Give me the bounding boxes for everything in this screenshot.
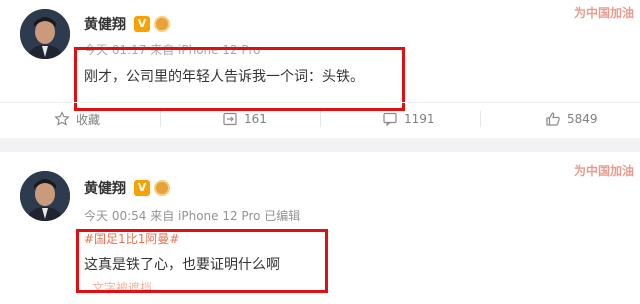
avatar-image [20, 171, 70, 221]
comment-icon [382, 111, 398, 127]
medal-icon [154, 180, 170, 196]
verified-badge-icon: V [134, 180, 150, 196]
action-bar: 收藏 161 1191 5849 [0, 102, 640, 134]
post-card: 黄健翔 V 今天 01:17 来自 iPhone 12 Pro 刚才，公司里的年… [0, 0, 640, 138]
post-meta: 今天 00:54 来自 iPhone 12 Pro 已编辑 [84, 209, 301, 223]
favorite-button[interactable]: 收藏 [54, 103, 100, 135]
avatar[interactable] [20, 171, 70, 221]
favorite-label: 收藏 [76, 112, 101, 127]
divider [480, 111, 481, 127]
divider [320, 111, 321, 127]
banner-text: 为中国加油 [573, 6, 634, 20]
avatar-image [20, 9, 70, 59]
like-count: 5849 [567, 112, 598, 126]
username[interactable]: 黄健翔 [84, 14, 126, 34]
medal-icon [154, 16, 170, 32]
divider [160, 111, 161, 127]
avatar[interactable] [20, 9, 70, 59]
highlight-box [76, 229, 328, 293]
comment-button[interactable]: 1191 [382, 103, 435, 135]
like-button[interactable]: 5849 [545, 103, 598, 135]
repost-count: 161 [244, 112, 267, 126]
thumbs-up-icon [545, 111, 561, 127]
comment-count: 1191 [404, 112, 435, 126]
repost-button[interactable]: 161 [222, 103, 267, 135]
banner-text: 为中国加油 [573, 164, 634, 178]
username[interactable]: 黄健翔 [84, 178, 126, 198]
event-banner: 为中国加油 [560, 0, 640, 34]
post-card: 黄健翔 V 今天 00:54 来自 iPhone 12 Pro 已编辑 #国足1… [0, 152, 640, 304]
verified-badge-icon: V [134, 16, 150, 32]
repost-icon [222, 111, 238, 127]
event-banner: 为中国加油 [560, 158, 640, 192]
star-icon [54, 111, 70, 127]
